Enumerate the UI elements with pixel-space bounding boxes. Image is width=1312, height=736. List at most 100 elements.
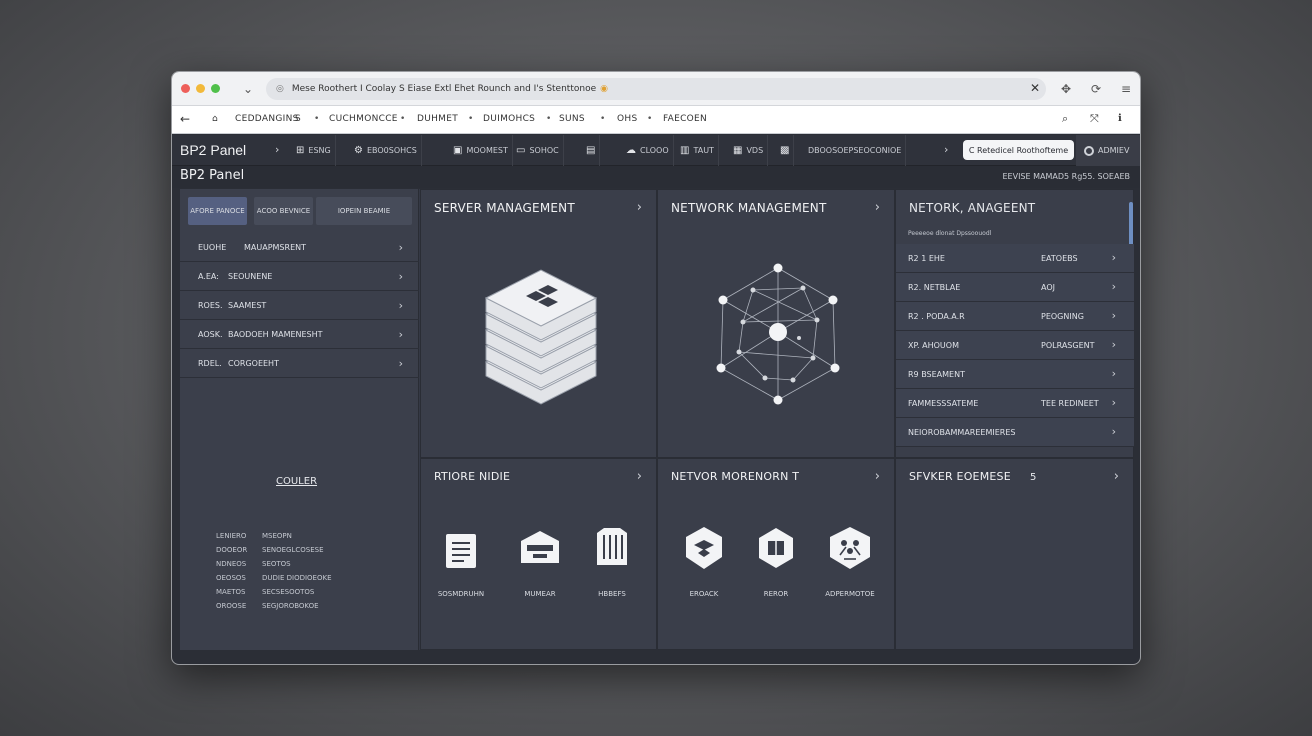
tile-label: ADPERMOTOE [825,590,875,598]
retedicel-button[interactable]: C Retedicel Roothofteme [963,140,1074,160]
grid-icon: ⊞ [296,145,305,156]
nav-item-cpu[interactable]: ▩ [776,135,795,166]
extension-icon[interactable]: ◉ [600,84,608,94]
chevron-right-icon: › [398,298,403,312]
sidebar-item[interactable]: AOSK. BAODOEH MAMENESHT › [180,320,419,349]
chevron-right-icon[interactable]: › [275,143,279,156]
user-menu[interactable]: ADMIEV [1076,135,1140,166]
toolbar-item[interactable]: DUHMET [417,114,458,124]
network-monitor-panel[interactable]: NETVOR MORENORN T › EROACK REROR ADPERMO… [657,458,895,650]
toolbar-item[interactable]: S [295,114,301,124]
shield-icon [686,527,722,569]
network-list-row[interactable]: XP. AHOUOM POLRASGENT › [896,331,1134,360]
address-bar[interactable]: ◎ Mese Roothert I Coolay S Eiase Extl Eh… [266,78,1046,100]
toolbar-separator: • [647,114,653,124]
tile-label: EROACK [689,590,719,598]
database-icon: ▦ [733,145,743,156]
toolbar-item[interactable]: CEDDANGINS [235,114,299,124]
people-icon [830,527,870,569]
sidebar-item[interactable]: RDEL. CORGOEEHT › [180,349,419,378]
counter-title[interactable]: COULER [276,476,317,487]
network-list-row[interactable]: R2 . PODA.A.R PEOGNING › [896,302,1134,331]
maximize-window-dot[interactable] [211,84,220,93]
network-list-row[interactable]: R2. NETBLAE AOJ › [896,273,1134,302]
lock-icon: ◎ [276,84,284,94]
close-icon[interactable]: ✕ [1030,81,1040,95]
network-list-row[interactable]: FAMMESSSATEME TEE REDINEET › [896,389,1134,418]
chevron-down-icon[interactable]: ⌄ [236,78,260,100]
cloud-icon: ☁ [626,145,636,156]
browser-chrome: ⌄ ◎ Mese Roothert I Coolay S Eiase Extl … [172,72,1140,106]
sidebar-item[interactable]: ROES. SAAMEST › [180,291,419,320]
user-status-icon [1084,145,1094,156]
chevron-right-icon[interactable]: › [944,143,948,156]
chevron-right-icon: › [1111,367,1116,380]
chevron-right-icon: › [1111,251,1116,264]
document-icon [446,534,476,568]
chevron-right-icon: › [398,327,403,341]
toolbar-item[interactable]: DUIMOHCS [483,114,535,124]
titlebar-status: EEVISE MAMAD5 Rg55. SOEAEB [1002,172,1130,181]
network-list-row[interactable]: R2 1 EHE EATOEBS › [896,244,1134,273]
chevron-right-icon[interactable]: › [1114,469,1119,484]
nav-item-settings[interactable]: ⚙ EBO0SOHCS [350,135,422,166]
chevron-right-icon[interactable]: › [637,200,642,215]
chevron-right-icon[interactable]: › [637,469,642,484]
page-titlebar: BP2 Panel EEVISE MAMAD5 Rg55. SOEAEB [172,166,1140,188]
tile-label: HBBEFS [598,590,626,598]
menu-icon[interactable]: ≡ [1114,78,1138,100]
panel-title: NETORK, ANAGEENT [909,201,1036,215]
sidebar-tab-1[interactable]: ACOO BEVNICE [254,197,313,225]
nav-item-monitor[interactable]: ▣ MOOMEST [449,135,513,166]
network-management-panel[interactable]: NETWORK MANAGEMENT › [657,189,895,458]
sidebar-item[interactable]: EUOHE MAUAPMSRENT › [180,233,419,262]
tile-label: MUMEAR [524,590,556,598]
server-icon: ▤ [586,145,596,156]
toolbar-item[interactable]: FAECOEN [663,114,707,124]
settings-icon: ⚙ [354,145,363,156]
info-icon[interactable]: ℹ [1118,113,1122,124]
network-graph-icon [716,263,840,405]
nav-item-more[interactable]: DBOOSOEPSEOCONIOE [804,135,907,166]
sidebar-tab-0[interactable]: AFORE PANOCE [188,197,247,225]
nav-item-server[interactable]: ▤ [582,135,601,166]
toolbar-item[interactable]: CUCHMONCCE [329,114,398,124]
inbox-icon [521,531,559,563]
chevron-right-icon: › [1111,425,1116,438]
minimize-window-dot[interactable] [196,84,205,93]
nav-item-grid[interactable]: ⊞ ESNG [292,135,336,166]
toolbar-separator: • [400,114,406,124]
search-icon[interactable]: ⌕ [1062,112,1068,126]
translate-icon[interactable]: ⤧ [1090,112,1099,126]
network-list-row[interactable]: R9 BSEAMENT › [896,360,1134,389]
storage-panel[interactable]: RTIORE NIDIE › SOSMDRUHN MUMEAR HBBEFS [420,458,657,650]
panel-title: NETVOR MORENORN T [671,470,800,483]
home-icon[interactable]: ⌂ [212,114,218,124]
nav-item-folder[interactable]: ▭ SOHOC [512,135,564,166]
chevron-right-icon[interactable]: › [875,469,880,484]
move-icon[interactable]: ✥ [1054,78,1078,100]
back-arrow-icon[interactable]: ← [180,112,190,126]
panel-badge: 5 [1030,472,1037,483]
chevron-right-icon: › [1111,338,1116,351]
nav-item-database[interactable]: ▦ VDS [729,135,769,166]
toolbar-separator: • [468,114,474,124]
toolbar-separator: • [546,114,552,124]
nav-item-chart[interactable]: ▥ TAUT [676,135,719,166]
server-expense-panel[interactable]: SFVKER EOEMESE 5 › [895,458,1134,650]
sidebar-tab-2[interactable]: IOPEIN BEAMIE [316,197,412,225]
network-list-row[interactable]: NEIOROBAMMAREEMIERES › [896,418,1134,447]
close-window-dot[interactable] [181,84,190,93]
page-title: BP2 Panel [180,168,245,183]
chevron-right-icon: › [1111,396,1116,409]
toolbar-item[interactable]: SUNS [559,114,585,124]
brand-logo[interactable]: BP2 Panel [180,142,246,158]
toolbar-item[interactable]: OHS [617,114,637,124]
nav-item-cloud[interactable]: ☁ CLOOO [622,135,674,166]
reload-icon[interactable]: ⟳ [1084,78,1108,100]
sidebar-item[interactable]: A.EA: SEOUNENE › [180,262,419,291]
chevron-right-icon[interactable]: › [875,200,880,215]
tile-label: SOSMDRUHN [437,590,485,598]
toolbar-separator: • [600,114,606,124]
server-management-panel[interactable]: SERVER MANAGEMENT › [420,189,657,458]
